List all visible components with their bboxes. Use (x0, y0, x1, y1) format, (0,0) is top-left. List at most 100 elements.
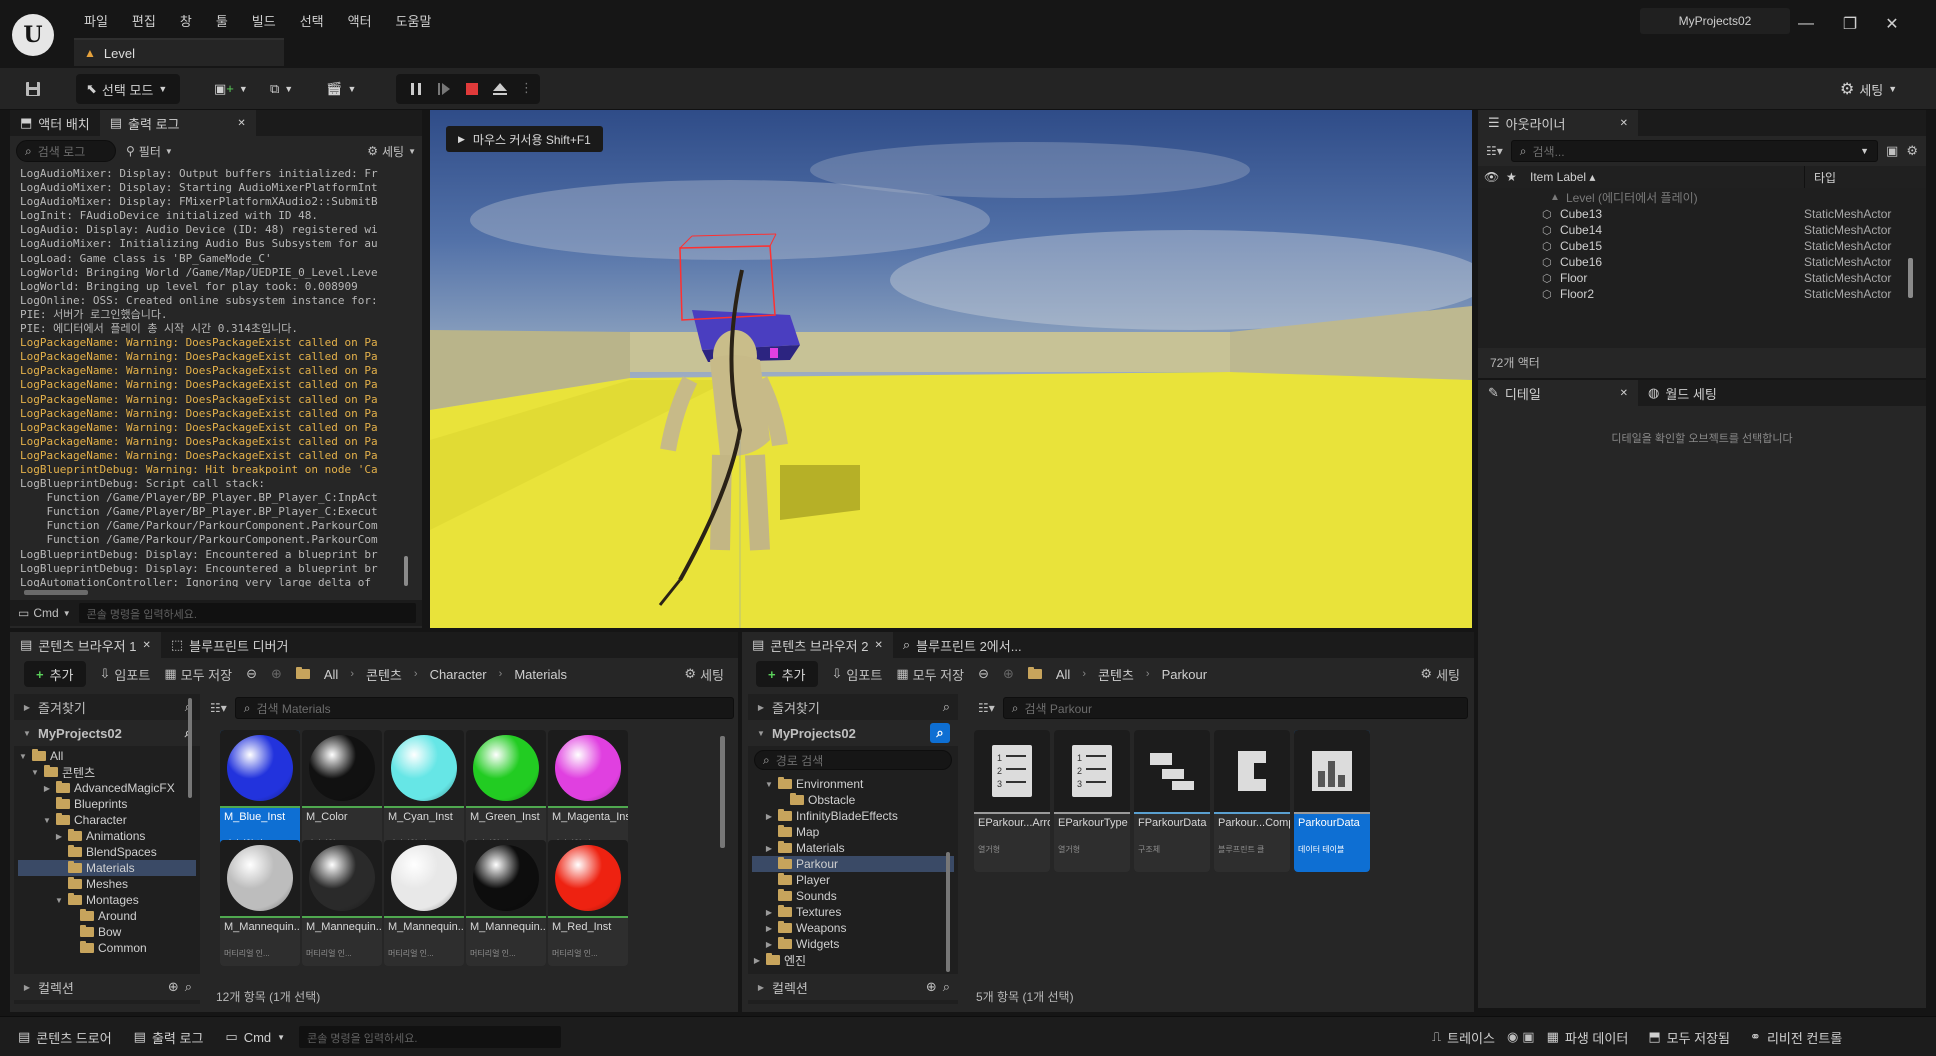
log-search-input[interactable]: ⌕ 검색 로그 (16, 140, 116, 162)
collections-section[interactable]: ▶ 컬렉션 ⊕ ⌕ (748, 974, 958, 1000)
status-console-input[interactable]: 콘솔 명령을 입력하세요. (299, 1026, 562, 1048)
tab-blueprint-search[interactable]: ⌕ 블루프린트 2에서... (893, 632, 1032, 658)
cinematics-button[interactable]: 🎬︎ ▼ (326, 74, 366, 104)
close-tab-icon[interactable]: ✕ (874, 640, 882, 651)
cb1-asset-scrollbar[interactable] (720, 736, 725, 848)
star-icon[interactable]: ★ (1506, 170, 1517, 184)
derived-data-button[interactable]: ▦ 파생 데이터 (1539, 1023, 1637, 1051)
toolbar-settings-button[interactable]: ⚙ 세팅 ▼ (1840, 74, 1897, 104)
tab-content-browser-1[interactable]: ▤ 콘텐츠 브라우저 1 ✕ (10, 632, 161, 658)
folder-tree-item[interactable]: Around (18, 908, 196, 924)
outliner-row[interactable]: ⬡ Floor StaticMeshActor (1478, 270, 1926, 286)
log-settings-button[interactable]: ⚙ 세팅 ▼ (367, 143, 416, 160)
folder-icon[interactable] (1027, 667, 1042, 679)
asset-tile[interactable]: Parkour...Component 블루프린트 클 (1214, 730, 1290, 872)
level-tab[interactable]: ▲ Level (74, 38, 284, 66)
level-row[interactable]: ▲ Level (에디터에서 플레이) (1478, 188, 1926, 206)
cb1-settings-button[interactable]: ⚙ 세팅 (684, 665, 724, 684)
close-tab-icon[interactable]: ✕ (142, 640, 150, 651)
folder-tree-item[interactable]: Common (18, 940, 196, 956)
restore-icon[interactable]: ❐ (1836, 12, 1864, 36)
forward-icon[interactable]: ⊕ (271, 666, 282, 682)
outliner-row[interactable]: ⬡ Cube14 StaticMeshActor (1478, 222, 1926, 238)
breadcrumb-item[interactable]: Parkour (1162, 667, 1208, 682)
breadcrumb-item[interactable]: Materials (514, 667, 567, 682)
add-button[interactable]: + 추가 (756, 661, 818, 687)
menu-item[interactable]: 빌드 (240, 11, 288, 30)
material-asset-tile[interactable]: M_Green_Inst머티리얼 인... (466, 730, 546, 856)
close-tab-icon[interactable]: ✕ (237, 118, 245, 129)
breadcrumb-item[interactable]: All (324, 667, 338, 682)
folder-tree-item[interactable]: ▶ Textures (752, 904, 954, 920)
folder-tree-item[interactable]: ▶ InfinityBladeEffects (752, 808, 954, 824)
add-collection-icon[interactable]: ⊕ (168, 979, 179, 995)
menu-item[interactable]: 선택 (288, 11, 336, 30)
output-log-button[interactable]: ▤ 출력 로그 (126, 1023, 212, 1051)
frame-skip-icon[interactable] (432, 74, 456, 104)
material-asset-tile[interactable]: M_Blue_Inst머티리얼 인... (220, 730, 300, 856)
breadcrumb-item[interactable]: Character (430, 667, 487, 682)
folder-tree-item[interactable]: Bow (18, 924, 196, 940)
material-asset-tile[interactable]: M_Magenta_Inst머티리얼 인... (548, 730, 628, 856)
folder-tree-item[interactable]: Map (752, 824, 954, 840)
folder-tree-item[interactable]: BlendSpaces (18, 844, 196, 860)
folder-tree-item[interactable]: ▼ Environment (752, 776, 954, 792)
folder-tree-item[interactable]: ▶ 엔진 (752, 952, 954, 968)
add-collection-icon[interactable]: ⊕ (926, 979, 937, 995)
project-section[interactable]: ▼MyProjects02⌕ (14, 720, 200, 746)
add-actor-button[interactable]: ▣+ ▼ (214, 74, 254, 104)
asset-tile[interactable]: 1 2 3 EParkour...ArrowType 열거형 (974, 730, 1050, 872)
folder-tree-item[interactable]: ▶ AdvancedMagicFX (18, 780, 196, 796)
add-folder-icon[interactable]: ▣ (1886, 143, 1898, 159)
close-tab-icon[interactable]: ✕ (1620, 388, 1628, 399)
breadcrumb-item[interactable]: 콘텐츠 (1098, 665, 1134, 684)
folder-tree-item[interactable]: ▼ All (18, 748, 196, 764)
material-asset-tile[interactable]: M_Cyan_Inst머티리얼 인... (384, 730, 464, 856)
breadcrumb-item[interactable]: All (1056, 667, 1070, 682)
menu-item[interactable]: 액터 (336, 11, 384, 30)
folder-tree-item[interactable]: Blueprints (18, 796, 196, 812)
folder-tree-item[interactable]: ▶ Animations (18, 828, 196, 844)
tab-output-log[interactable]: ▤ 출력 로그 ✕ (99, 110, 256, 136)
search-icon[interactable]: ⌕ (943, 699, 950, 715)
cb2-asset-search[interactable]: ⌕ 검색 Parkour (1002, 697, 1468, 719)
tab-content-browser-2[interactable]: ▤ 콘텐츠 브라우저 2 ✕ (742, 632, 893, 658)
folder-tree-item[interactable]: ▶ Materials (752, 840, 954, 856)
import-button[interactable]: ⇩ 임포트 (832, 665, 883, 684)
menu-item[interactable]: 창 (168, 11, 204, 30)
search-icon[interactable]: ⌕ (185, 979, 192, 995)
tab-blueprint-debugger[interactable]: ⬚ 블루프린트 디버거 (161, 632, 299, 658)
record-icon[interactable]: ◉ (1507, 1029, 1518, 1045)
visibility-eye-icon[interactable]: 👁︎ (1484, 170, 1499, 184)
material-asset-tile[interactable]: M_Color머티리얼 (302, 730, 382, 856)
outliner-scrollbar[interactable] (1908, 258, 1913, 298)
filter-button[interactable]: ⚲ 필터 ▼ (126, 143, 173, 160)
cb2-tree-scrollbar[interactable] (946, 852, 950, 972)
col-item-label[interactable]: Item Label ▴ (1530, 170, 1595, 184)
folder-tree-item[interactable]: Meshes (18, 876, 196, 892)
pause-icon[interactable] (404, 74, 428, 104)
folder-tree-item[interactable]: Player (752, 872, 954, 888)
material-asset-tile[interactable]: M_Mannequin... 머티리얼 인... (384, 840, 464, 966)
material-asset-tile[interactable]: M_Red_Inst 머티리얼 인... (548, 840, 628, 966)
stop-icon[interactable] (460, 74, 484, 104)
cb2-settings-button[interactable]: ⚙ 세팅 (1420, 665, 1460, 684)
menu-item[interactable]: 편집 (120, 11, 168, 30)
gear-icon[interactable]: ⚙ (1906, 143, 1918, 159)
minimize-icon[interactable]: — (1792, 12, 1820, 36)
cmd-dropdown[interactable]: ▭ Cmd ▼ (217, 1023, 293, 1051)
save-icon[interactable] (18, 74, 48, 104)
tab-details[interactable]: ✎ 디테일 ✕ (1478, 380, 1638, 406)
log-hscrollbar[interactable] (24, 590, 88, 595)
menu-item[interactable]: 파일 (72, 11, 120, 30)
folder-tree-item[interactable]: Obstacle (752, 792, 954, 808)
eject-icon[interactable] (488, 74, 512, 104)
outliner-row[interactable]: ⬡ Cube15 StaticMeshActor (1478, 238, 1926, 254)
filter-icon[interactable]: ☷▾ (978, 701, 995, 715)
material-asset-tile[interactable]: M_Mannequin... 머티리얼 인... (220, 840, 300, 966)
folder-tree-item[interactable]: ▼ Montages (18, 892, 196, 908)
folder-tree-item[interactable]: ▼ 콘텐츠 (18, 764, 196, 780)
close-icon[interactable]: ✕ (1878, 12, 1906, 36)
import-button[interactable]: ⇩ 임포트 (100, 665, 151, 684)
unreal-logo-icon[interactable]: U (12, 14, 54, 56)
